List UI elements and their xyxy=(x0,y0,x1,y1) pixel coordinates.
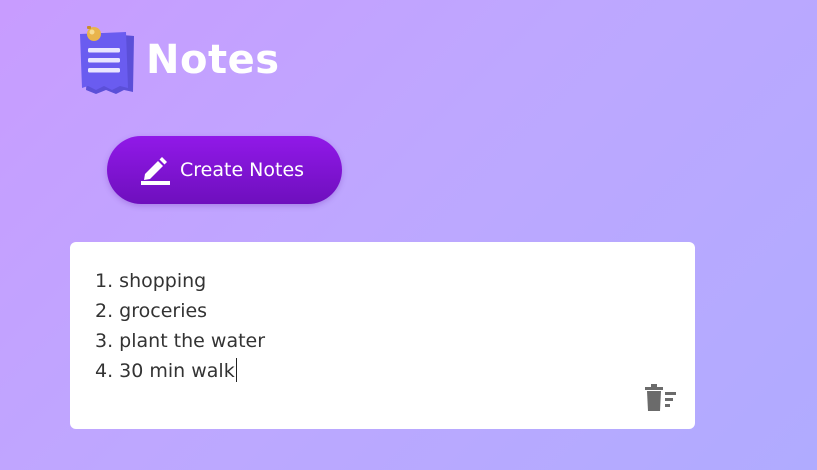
notepad-pin-icon xyxy=(76,24,138,98)
trash-icon[interactable] xyxy=(644,384,678,412)
text-cursor xyxy=(235,358,237,382)
note-editor[interactable]: 1. shopping 2. groceries 3. plant the wa… xyxy=(95,266,265,386)
create-notes-button[interactable]: Create Notes xyxy=(107,136,342,204)
note-line-text: 4. 30 min walk xyxy=(95,360,235,382)
app-header: Notes xyxy=(76,24,280,98)
note-card[interactable]: 1. shopping 2. groceries 3. plant the wa… xyxy=(70,242,695,429)
note-line: 1. shopping xyxy=(95,270,207,292)
note-line: 3. plant the water xyxy=(95,330,266,352)
create-notes-label: Create Notes xyxy=(180,159,305,181)
app-title: Notes xyxy=(146,37,280,83)
note-line-last: 4. 30 min walk xyxy=(95,356,265,386)
pencil-edit-icon xyxy=(140,154,170,186)
note-line: 2. groceries xyxy=(95,300,208,322)
